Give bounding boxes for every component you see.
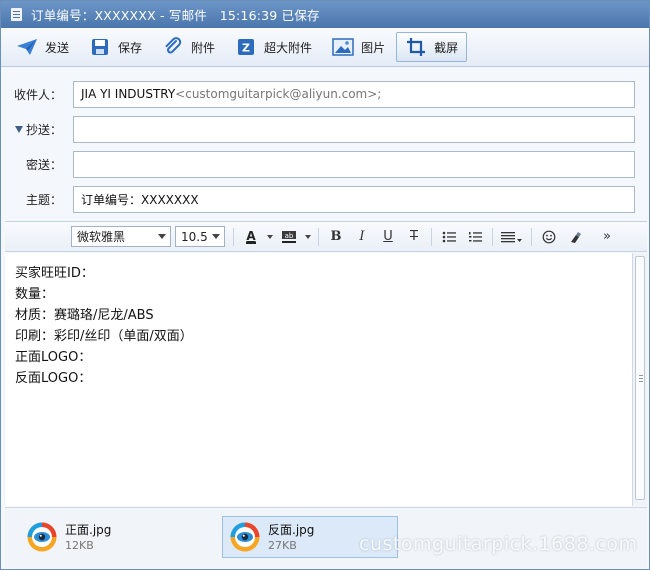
text-color-button[interactable]: A bbox=[238, 226, 264, 248]
highlight-dropdown-icon[interactable] bbox=[302, 226, 314, 248]
crop-icon bbox=[405, 37, 427, 57]
attachment-info: 反面.jpg 27KB bbox=[268, 522, 314, 553]
dropdown-arrow-icon bbox=[158, 234, 166, 239]
divider bbox=[431, 227, 432, 246]
image-viewer-icon bbox=[230, 522, 260, 552]
body-line: 买家旺旺ID： bbox=[15, 266, 94, 281]
divider bbox=[492, 227, 493, 246]
paper-plane-icon bbox=[16, 37, 38, 57]
cc-input[interactable] bbox=[73, 115, 635, 143]
recipient-name: JIA YI INDUSTRY bbox=[81, 87, 176, 101]
title-bar[interactable]: 订单编号：XXXXXXX - 写邮件 15:16:39 已保存 bbox=[1, 1, 649, 28]
large-attach-button[interactable]: Z 超大附件 bbox=[226, 32, 321, 62]
svg-text:Z: Z bbox=[242, 42, 250, 55]
grip-icon bbox=[639, 375, 643, 376]
bcc-label: 密送： bbox=[25, 157, 62, 172]
subject-row: 主题： 订单编号：XXXXXXX bbox=[5, 185, 647, 213]
save-label: 保存 bbox=[118, 40, 143, 55]
divider bbox=[233, 227, 234, 246]
large-file-icon: Z bbox=[235, 37, 257, 57]
watermark-text: customguitarpick.1688.com bbox=[359, 533, 638, 555]
image-label: 图片 bbox=[361, 40, 386, 55]
image-viewer-icon bbox=[27, 522, 57, 552]
svg-text:ab: ab bbox=[285, 232, 294, 240]
send-button[interactable]: 发送 bbox=[7, 32, 78, 62]
subject-input[interactable]: 订单编号：XXXXXXX bbox=[73, 185, 635, 213]
attach-button[interactable]: 附件 bbox=[153, 32, 224, 62]
scrollbar-thumb[interactable] bbox=[635, 256, 645, 500]
main-toolbar: 发送 保存 附件 Z 超大附件 图片 截屏 bbox=[1, 28, 649, 67]
text-color-dropdown-icon[interactable] bbox=[264, 226, 276, 248]
font-size-select[interactable]: 10.5 bbox=[175, 226, 225, 247]
dropdown-arrow-icon bbox=[212, 234, 220, 239]
floppy-disk-icon bbox=[89, 37, 111, 57]
body-line: 正面LOGO： bbox=[15, 350, 92, 365]
font-family-select[interactable]: 微软雅黑 bbox=[71, 226, 171, 247]
cc-toggle[interactable]: 抄送： bbox=[5, 121, 67, 138]
underline-button[interactable]: U bbox=[375, 226, 401, 248]
bcc-input[interactable] bbox=[73, 150, 635, 178]
attachment-name: 正面.jpg bbox=[65, 522, 112, 537]
cc-label: 抄送： bbox=[25, 122, 62, 137]
compose-window: 订单编号：XXXXXXX - 写邮件 15:16:39 已保存 发送 保存 附件… bbox=[0, 0, 650, 570]
header-fields: 收件人： JIA YI INDUSTRY <customguitarpick@al… bbox=[5, 68, 647, 220]
highlight-color-button[interactable]: ab bbox=[276, 226, 302, 248]
attach-label: 附件 bbox=[191, 40, 216, 55]
divider bbox=[318, 227, 319, 246]
body-line: 印刷：彩印/丝印（单面/双面） bbox=[15, 329, 193, 344]
body-line: 反面LOGO： bbox=[15, 371, 92, 386]
align-button[interactable] bbox=[497, 226, 527, 248]
more-tools-button[interactable]: » bbox=[594, 226, 620, 248]
cc-row: 抄送： bbox=[5, 115, 647, 143]
bullet-list-button[interactable] bbox=[436, 226, 462, 248]
clear-format-button[interactable] bbox=[562, 226, 588, 248]
body-line: 材质：赛璐珞/尼龙/ABS bbox=[15, 308, 154, 323]
font-family-value: 微软雅黑 bbox=[77, 230, 126, 244]
bcc-row: 密送： bbox=[5, 150, 647, 178]
attachment-size: 27KB bbox=[268, 538, 297, 552]
image-button[interactable]: 图片 bbox=[323, 32, 394, 62]
attachment-size: 12KB bbox=[65, 538, 94, 552]
font-size-value: 10.5 bbox=[181, 229, 208, 244]
to-label: 收件人： bbox=[13, 87, 62, 102]
bold-button[interactable]: B bbox=[323, 226, 349, 248]
send-label: 发送 bbox=[45, 40, 70, 55]
body-line: 数量： bbox=[15, 287, 55, 302]
strikethrough-button[interactable]: T bbox=[401, 226, 427, 248]
triangle-down-icon bbox=[14, 125, 23, 133]
attachment-info: 正面.jpg 12KB bbox=[65, 522, 111, 553]
divider bbox=[531, 227, 532, 246]
italic-button[interactable]: I bbox=[349, 226, 375, 248]
svg-text:A: A bbox=[246, 229, 256, 243]
document-icon bbox=[11, 8, 22, 21]
subject-label: 主题： bbox=[25, 192, 62, 207]
message-body[interactable]: 买家旺旺ID： 数量： 材质：赛璐珞/尼龙/ABS 印刷：彩印/丝印（单面/双面… bbox=[5, 253, 632, 506]
large-attach-label: 超大附件 bbox=[264, 40, 313, 55]
format-toolbar: 微软雅黑 10.5 A ab B I U T » bbox=[5, 221, 647, 252]
attachment-item[interactable]: 正面.jpg 12KB bbox=[19, 516, 195, 558]
body-scrollbar[interactable] bbox=[632, 253, 647, 506]
to-row: 收件人： JIA YI INDUSTRY <customguitarpick@al… bbox=[5, 80, 647, 108]
picture-icon bbox=[332, 37, 354, 57]
to-input[interactable]: JIA YI INDUSTRY <customguitarpick@aliyun.… bbox=[73, 80, 635, 108]
paperclip-icon bbox=[162, 37, 184, 57]
screenshot-label: 截屏 bbox=[434, 40, 459, 55]
numbered-list-button[interactable] bbox=[462, 226, 488, 248]
recipient-address: <customguitarpick@aliyun.com>; bbox=[175, 87, 382, 101]
save-button[interactable]: 保存 bbox=[80, 32, 151, 62]
window-title: 订单编号：XXXXXXX - 写邮件 15:16:39 已保存 bbox=[31, 8, 320, 23]
emoji-button[interactable] bbox=[536, 226, 562, 248]
attachment-name: 反面.jpg bbox=[268, 522, 315, 537]
screenshot-button[interactable]: 截屏 bbox=[396, 32, 468, 62]
